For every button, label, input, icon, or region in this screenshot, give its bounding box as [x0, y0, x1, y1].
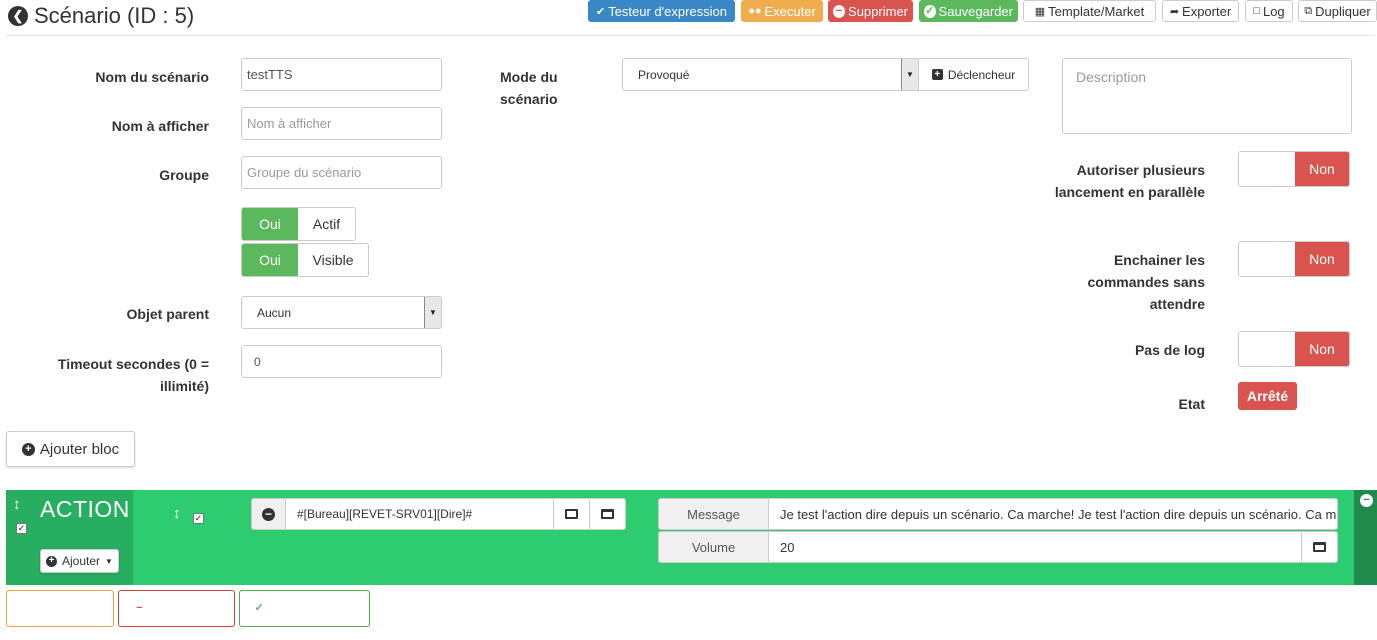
- back-arrow-icon[interactable]: ❮: [8, 6, 28, 26]
- header-divider: [6, 35, 1375, 36]
- parent-object-label: Objet parent: [126, 306, 209, 322]
- volume-group: Volume 20: [658, 531, 1338, 563]
- dropdown-caret-icon: ▼: [424, 297, 441, 328]
- active-toggle-label: Actif: [298, 208, 355, 240]
- add-action-button[interactable]: + Ajouter ▼: [40, 549, 119, 573]
- add-block-button[interactable]: + Ajouter bloc: [6, 431, 135, 467]
- check-circle-icon: ✓: [252, 602, 266, 615]
- scenario-name-input[interactable]: [241, 58, 442, 91]
- timeout-input[interactable]: [241, 345, 442, 378]
- active-toggle[interactable]: Oui Actif: [241, 207, 356, 241]
- description-textarea[interactable]: [1062, 58, 1352, 134]
- file-icon: □: [1253, 5, 1260, 17]
- group-input[interactable]: [241, 156, 442, 189]
- expression-tester-button[interactable]: ✔ Testeur d'expression: [588, 0, 735, 22]
- state-badge: Arrêté: [1238, 382, 1297, 410]
- copy-icon: ⧉: [1304, 4, 1313, 17]
- cubes-icon: ▦: [1034, 5, 1046, 18]
- state-label: Etat: [1178, 396, 1205, 412]
- active-toggle-on[interactable]: Oui: [242, 208, 298, 240]
- execute-button[interactable]: ●● Executer: [741, 0, 823, 22]
- visible-toggle[interactable]: Oui Visible: [241, 243, 369, 277]
- drag-handle-icon[interactable]: ↕: [13, 496, 21, 513]
- no-log-switch-value: Non: [1295, 332, 1349, 366]
- page-title: ❮ Scénario (ID : 5): [8, 3, 194, 29]
- volume-label: Volume: [659, 532, 769, 562]
- gamepad-icon: ●●: [748, 5, 762, 17]
- visible-toggle-label: Visible: [298, 244, 368, 276]
- remove-action-button[interactable]: −: [252, 499, 286, 529]
- timeout-label: Timeout secondes (0 = illimité): [57, 356, 209, 394]
- dropdown-caret-icon: ▼: [901, 59, 918, 90]
- save-button[interactable]: ✓ Sauvegarder: [919, 0, 1018, 22]
- plus-square-icon: +: [931, 69, 943, 80]
- volume-config-button[interactable]: [1301, 532, 1337, 562]
- action-block-title: ACTION: [40, 496, 130, 522]
- command-value[interactable]: #[Bureau][REVET-SRV01][Dire]#: [286, 499, 553, 529]
- export-button[interactable]: ➦ Exporter: [1162, 0, 1239, 22]
- window-icon: [601, 509, 614, 519]
- parent-object-select[interactable]: Aucun ▼: [241, 296, 442, 329]
- command-select-button[interactable]: [553, 499, 589, 529]
- plus-circle-icon: +: [46, 555, 58, 567]
- block-enable-checkbox[interactable]: ✓: [16, 523, 27, 534]
- parallel-switch-value: Non: [1295, 152, 1349, 186]
- parallel-switch[interactable]: Non: [1238, 151, 1350, 187]
- gamepad-icon: ●●: [21, 602, 35, 615]
- visible-toggle-on[interactable]: Oui: [242, 244, 298, 276]
- page-title-text: Scénario (ID : 5): [34, 3, 195, 28]
- trigger-button[interactable]: + Déclencheur: [918, 58, 1029, 91]
- chain-switch[interactable]: Non: [1238, 241, 1350, 277]
- no-log-switch[interactable]: Non: [1238, 331, 1350, 367]
- list-icon: [565, 509, 578, 519]
- command-config-button[interactable]: [589, 499, 625, 529]
- mode-label: Mode du scénario: [500, 69, 558, 107]
- action-enable-checkbox[interactable]: ✓: [193, 513, 204, 524]
- message-label: Message: [659, 499, 769, 529]
- check-icon: ✔: [595, 5, 606, 18]
- group-label: Groupe: [159, 167, 209, 183]
- minus-circle-icon: −: [833, 4, 846, 18]
- remove-block-icon[interactable]: −: [1360, 494, 1373, 507]
- footer-execute-button[interactable]: ●● Exécuter: [6, 590, 114, 627]
- parallel-label: Autoriser plusieurs lancement en parallè…: [1054, 162, 1205, 200]
- display-name-label: Nom à afficher: [111, 118, 209, 134]
- duplicate-button[interactable]: ⧉ Dupliquer: [1298, 0, 1377, 22]
- chain-switch-value: Non: [1295, 242, 1349, 276]
- command-group: − #[Bureau][REVET-SRV01][Dire]#: [251, 498, 626, 530]
- message-group: Message Je test l'action dire depuis un …: [658, 498, 1338, 530]
- footer-delete-button[interactable]: − Supprimer: [118, 590, 235, 627]
- chain-label: Enchainer les commandes sans attendre: [1087, 252, 1206, 312]
- check-circle-icon: ✓: [924, 4, 936, 18]
- action-drag-handle-icon[interactable]: ↕: [173, 505, 181, 522]
- message-input[interactable]: Je test l'action dire depuis un scénario…: [769, 499, 1337, 529]
- template-market-button[interactable]: ▦ Template/Market: [1023, 0, 1156, 22]
- volume-input[interactable]: 20: [769, 532, 1301, 562]
- caret-down-icon: ▼: [105, 556, 113, 566]
- share-icon: ➦: [1169, 5, 1180, 18]
- log-button[interactable]: □ Log: [1245, 0, 1293, 22]
- scenario-name-label: Nom du scénario: [95, 69, 209, 85]
- footer-save-button[interactable]: ✓ Sauvegarder: [239, 590, 370, 627]
- delete-button[interactable]: − Supprimer: [828, 0, 913, 22]
- window-icon: [1313, 542, 1326, 552]
- plus-circle-icon: +: [21, 442, 35, 456]
- mode-select[interactable]: Provoqué ▼: [622, 58, 919, 91]
- minus-circle-icon: −: [262, 507, 275, 521]
- display-name-input[interactable]: [241, 107, 442, 140]
- minus-circle-icon: −: [132, 602, 146, 615]
- no-log-label: Pas de log: [1134, 342, 1205, 358]
